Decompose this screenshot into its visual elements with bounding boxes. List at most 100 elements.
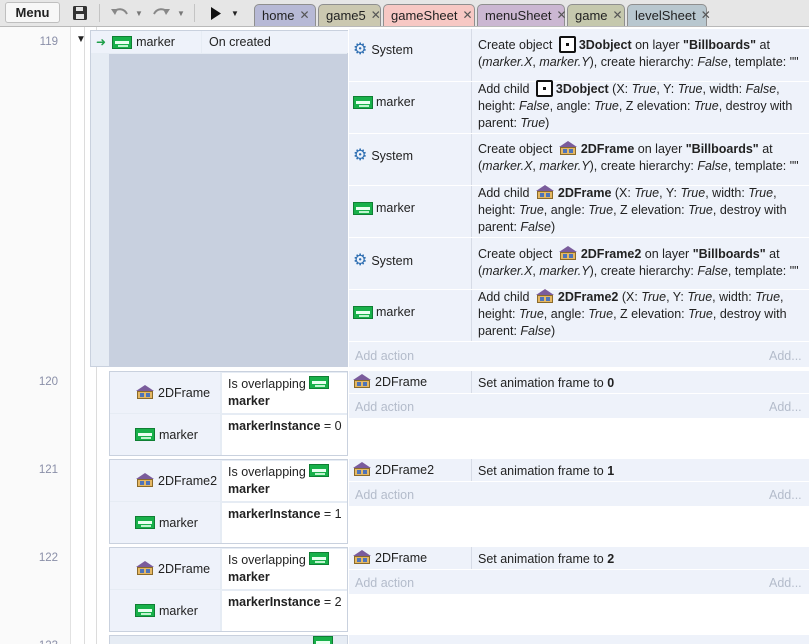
action-object-marker[interactable]: marker	[353, 201, 415, 215]
marker-object-icon	[353, 201, 373, 215]
tab-home[interactable]: home ✕	[254, 4, 316, 26]
column-divider	[471, 459, 472, 481]
condition-object-cell[interactable]: 2DFrame	[110, 548, 220, 589]
action-object-system[interactable]: ⚙ System	[353, 42, 413, 58]
action-text[interactable]: Create object 3Dobject on layer "Billboa…	[478, 36, 803, 71]
condition-object-cell[interactable]: 2DFrame2	[110, 460, 220, 501]
action-object-system[interactable]: ⚙ System	[353, 148, 413, 164]
play-dropdown-icon[interactable]: ▼	[230, 3, 240, 23]
undo-icon[interactable]	[109, 3, 131, 23]
redo-dropdown-icon[interactable]: ▼	[176, 3, 186, 23]
condition-text[interactable]: Is overlapping marker	[222, 373, 347, 413]
indent-guide	[84, 27, 85, 644]
marker-object-icon	[308, 552, 329, 565]
action-object-name: 2DFrame2	[375, 462, 435, 477]
condition-text[interactable]: Is overlapping marker	[222, 461, 347, 501]
row-divider	[349, 341, 809, 342]
gear-icon: ⚙	[353, 147, 368, 164]
condition-text[interactable]: markerInstance = 0	[222, 415, 347, 455]
condition-object-cell[interactable]: marker	[110, 414, 220, 455]
play-icon[interactable]	[207, 3, 225, 23]
2dframe-icon	[558, 141, 578, 156]
condition-text[interactable]: markerInstance = 1	[222, 503, 347, 543]
close-icon[interactable]: ✕	[300, 5, 310, 26]
action-object-name: marker	[376, 305, 415, 319]
add-action-link[interactable]: Add action	[355, 400, 414, 414]
action-text[interactable]: Set animation frame to 0	[478, 375, 614, 392]
condition-object-name: marker	[159, 603, 198, 618]
2dframe-icon	[352, 462, 372, 477]
line-number: 121	[38, 464, 58, 476]
action-text[interactable]: Add child 2DFrame2 (X: True, Y: True, wi…	[478, 289, 803, 340]
tab-game[interactable]: game ✕	[567, 4, 625, 26]
column-divider	[471, 547, 472, 569]
add-action-short-link[interactable]: Add...	[769, 349, 802, 363]
marker-object-icon	[112, 35, 133, 49]
action-text[interactable]: Create object 2DFrame2 on layer "Billboa…	[478, 246, 803, 280]
tab-label: gameSheet	[391, 8, 458, 23]
menu-button[interactable]: Menu	[5, 2, 60, 23]
tab-gamesheet[interactable]: gameSheet ✕	[383, 4, 475, 26]
condition-text[interactable]: Is overlapping marker	[222, 549, 347, 589]
tab-label: menuSheet	[485, 8, 552, 23]
toolbar-separator	[99, 4, 100, 22]
2dframe-icon	[535, 185, 555, 200]
tab-levelsheet[interactable]: levelSheet ✕	[627, 4, 711, 26]
add-action-short-link[interactable]: Add...	[769, 400, 802, 414]
close-icon[interactable]: ✕	[613, 5, 623, 26]
tab-label: levelSheet	[635, 8, 696, 23]
add-action-short-link[interactable]: Add...	[769, 576, 802, 590]
action-object-2dframe[interactable]: 2DFrame	[352, 550, 427, 565]
marker-object-icon	[135, 516, 155, 529]
condition-object-cell[interactable]: marker	[110, 502, 220, 543]
action-object-marker[interactable]: marker	[353, 305, 415, 319]
action-object-name: System	[371, 43, 414, 57]
toolbar: Menu ▼ ▼ ▼ home ✕ game5 ✕ gameSheet ✕ menuS…	[0, 0, 809, 27]
2dframe-icon	[135, 473, 155, 488]
condition-object-name: 2DFrame2	[158, 473, 218, 488]
line-number: 122	[38, 552, 58, 564]
undo-dropdown-icon[interactable]: ▼	[134, 3, 144, 23]
add-action-short-link[interactable]: Add...	[769, 488, 802, 502]
condition-object-name: 2DFrame	[158, 561, 211, 576]
2dframe-icon	[135, 385, 155, 400]
condition-object-name: 2DFrame	[158, 385, 211, 400]
toolbar-separator	[194, 4, 195, 22]
action-text[interactable]: Add child 2DFrame (X: True, Y: True, wid…	[478, 185, 803, 236]
close-icon[interactable]: ✕	[701, 5, 711, 26]
action-text[interactable]: Set animation frame to 2	[478, 551, 614, 568]
close-icon[interactable]: ✕	[557, 5, 567, 26]
condition-object-cell[interactable]: ➜ marker	[91, 31, 201, 53]
condition-text[interactable]: On created	[202, 31, 348, 53]
redo-icon[interactable]	[150, 3, 172, 23]
close-icon[interactable]: ✕	[371, 5, 381, 26]
actions-block	[349, 635, 809, 644]
condition-text[interactable]: markerInstance = 2	[222, 591, 347, 631]
action-object-2dframe[interactable]: 2DFrame	[352, 374, 427, 389]
save-icon[interactable]	[70, 3, 90, 23]
3dobject-icon	[535, 80, 553, 97]
action-object-2dframe2[interactable]: 2DFrame2	[352, 462, 434, 477]
row-divider	[349, 569, 809, 570]
action-text[interactable]: Create object 2DFrame on layer "Billboar…	[478, 141, 803, 175]
action-object-system[interactable]: ⚙ System	[353, 253, 413, 269]
marker-object-icon	[353, 95, 373, 109]
condition-object-name: marker	[159, 515, 198, 530]
row-divider	[349, 393, 809, 394]
action-text[interactable]: Set animation frame to 1	[478, 463, 614, 480]
add-action-link[interactable]: Add action	[355, 349, 414, 363]
add-action-link[interactable]: Add action	[355, 488, 414, 502]
condition-label: On created	[209, 35, 271, 49]
2dframe-icon	[558, 246, 578, 261]
marker-object-icon	[353, 305, 373, 319]
close-icon[interactable]: ✕	[463, 5, 473, 26]
collapse-arrow-icon[interactable]: ▼	[76, 34, 86, 45]
condition-object-cell[interactable]: marker	[110, 590, 220, 631]
tab-label: game5	[326, 8, 366, 23]
add-action-link[interactable]: Add action	[355, 576, 414, 590]
tab-game5[interactable]: game5 ✕	[318, 4, 381, 26]
condition-object-cell[interactable]: 2DFrame	[110, 372, 220, 413]
action-object-marker[interactable]: marker	[353, 95, 415, 109]
tab-menusheet[interactable]: menuSheet ✕	[477, 4, 567, 26]
action-text[interactable]: Add child 3Dobject (X: True, Y: True, wi…	[478, 80, 803, 132]
